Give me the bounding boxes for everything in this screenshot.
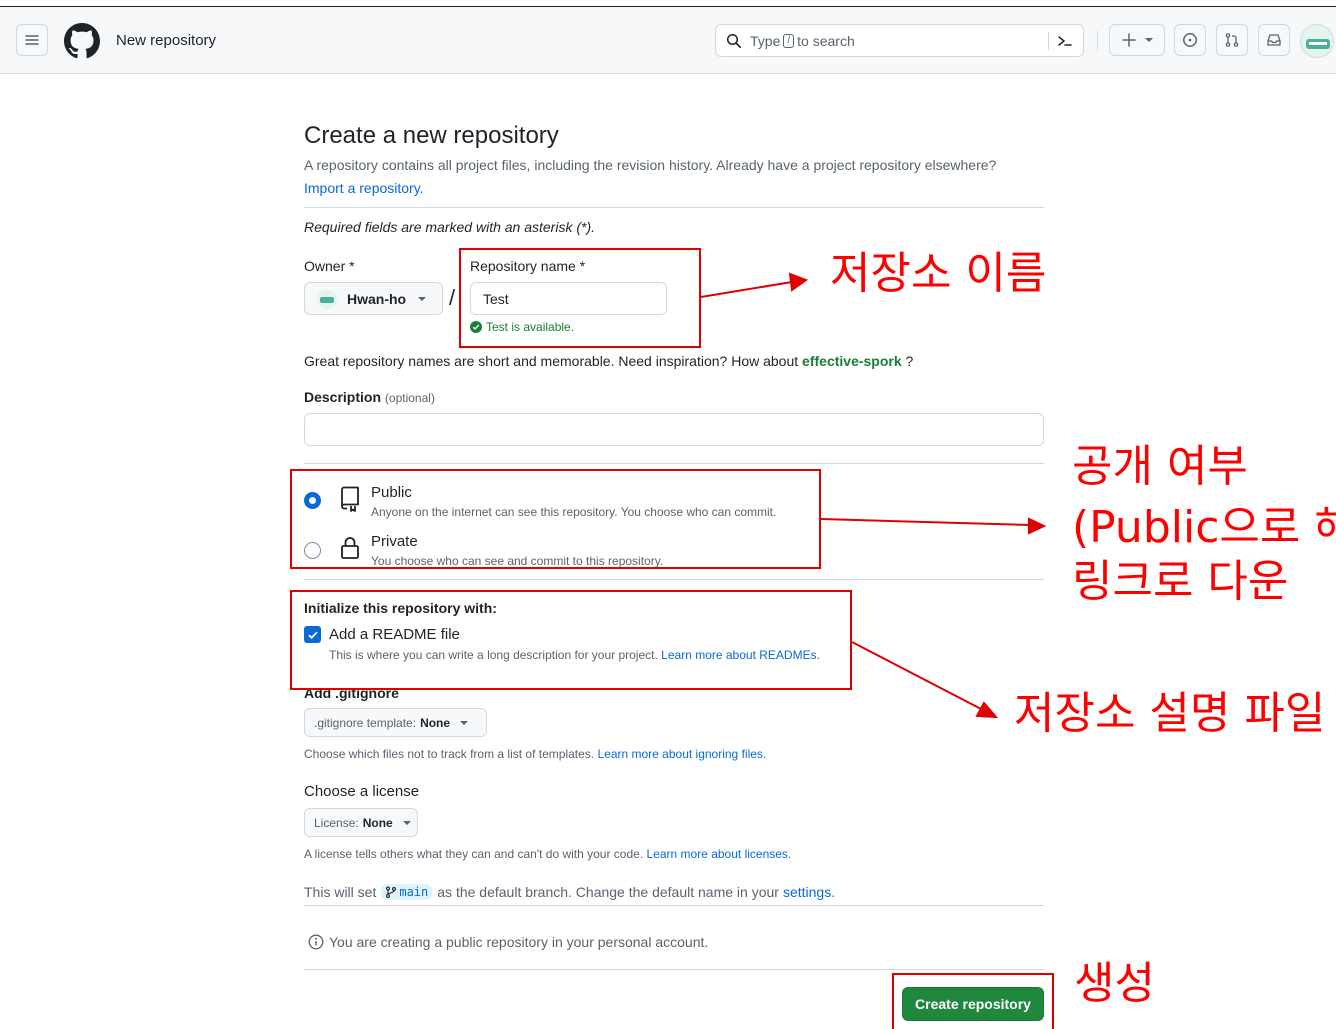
annotation-visibility-line3: 링크로 다운 [1072,556,1289,607]
arrow-head [1028,517,1047,535]
annotation-repo-name: 저장소 이름 [830,248,1047,299]
annotation-readme: 저장소 설명 파일 [1014,688,1326,739]
annotation-visibility-line2: (Public으로 해 [1072,502,1336,553]
arrow-repo-name [700,281,793,298]
arrow-readme [851,641,984,711]
annotation-visibility-line1: 공개 여부 [1072,441,1248,492]
arrow-head [788,272,809,292]
annotation-create: 생성 [1074,958,1155,1009]
arrow-visibility [820,518,1031,526]
arrow-head [975,701,999,719]
